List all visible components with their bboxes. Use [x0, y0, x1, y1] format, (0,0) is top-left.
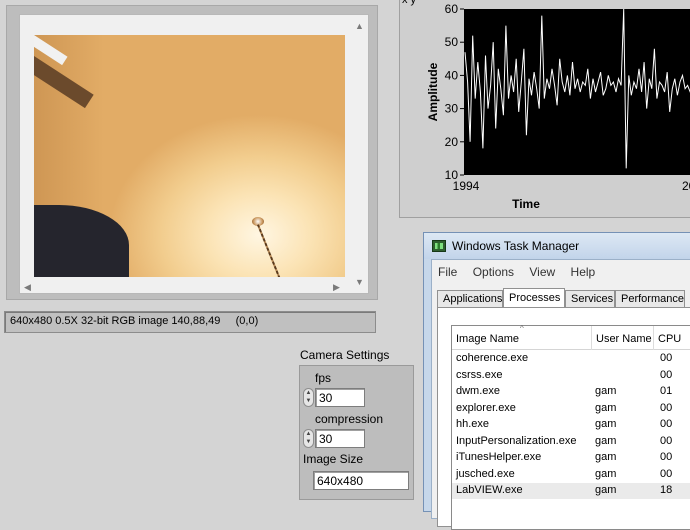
process-cpu: 00 — [660, 368, 673, 381]
process-name: coherence.exe — [456, 352, 529, 364]
scroll-right-icon[interactable]: ▶ — [333, 282, 340, 293]
process-name: jusched.exe — [456, 467, 515, 480]
process-cpu: 01 — [660, 385, 673, 397]
process-user: gam — [595, 467, 617, 480]
column-image-name[interactable]: Image Name ^ — [452, 324, 592, 350]
tab-processes[interactable]: Processes — [503, 288, 565, 308]
process-cpu: 00 — [660, 467, 673, 480]
y-tick-label: 20 — [445, 135, 459, 149]
process-name: InputPersonalization.exe — [456, 434, 577, 447]
chart-corner-label: x y — [402, 0, 417, 6]
tab-services[interactable]: Services — [565, 290, 615, 308]
sort-ascending-icon: ^ — [520, 324, 524, 333]
image-display-frame: ▲ ▼ ◀ ▶ — [6, 5, 378, 300]
scroll-left-icon[interactable]: ◀ — [24, 282, 31, 293]
column-user-name[interactable]: User Name — [592, 326, 654, 350]
process-name: LabVIEW.exe — [456, 484, 523, 496]
x-tick-label: 20 — [682, 179, 690, 193]
image-chain — [257, 224, 283, 277]
fps-input[interactable]: 30 — [315, 388, 365, 407]
process-name: hh.exe — [456, 418, 490, 430]
process-row[interactable]: explorer.exe gam 00 — [452, 401, 690, 417]
camera-settings-box: fps ▲ ▼ 30 compression ▲ ▼ 30 Image Size 6… — [299, 365, 414, 500]
process-user: gam — [595, 484, 617, 496]
process-user: gam — [595, 451, 617, 463]
menu-file[interactable]: File — [438, 265, 457, 279]
waveform-chart: 102030405060199420AmplitudeTimex y — [402, 0, 690, 211]
x-axis-label: Time — [512, 197, 540, 211]
process-row[interactable]: InputPersonalization.exe gam 00 — [452, 434, 690, 450]
camera-image — [34, 35, 345, 277]
processes-panel: Image Name ^ User Name CPU coherence.exe… — [437, 307, 690, 530]
menu-bar: File Options View Help — [438, 265, 607, 279]
y-tick-label: 60 — [445, 2, 459, 16]
menu-options[interactable]: Options — [473, 265, 514, 279]
process-name: csrss.exe — [456, 368, 503, 381]
process-cpu: 00 — [660, 451, 673, 463]
column-cpu[interactable]: CPU — [654, 326, 690, 350]
vertical-scrollbar[interactable] — [352, 33, 366, 273]
y-axis-label: Amplitude — [426, 62, 440, 121]
process-name: explorer.exe — [456, 401, 516, 414]
process-user: gam — [595, 401, 617, 414]
fps-label: fps — [315, 371, 332, 385]
process-list-header: Image Name ^ User Name CPU — [452, 324, 690, 350]
task-manager-body: File Options View Help Applications Proc… — [431, 259, 690, 530]
process-row[interactable]: iTunesHelper.exe gam 00 — [452, 450, 690, 466]
menu-view[interactable]: View — [529, 265, 555, 279]
process-cpu: 18 — [660, 484, 673, 496]
compression-input[interactable]: 30 — [315, 429, 365, 448]
y-tick-label: 30 — [445, 102, 459, 116]
tab-performance[interactable]: Performance — [615, 290, 685, 308]
image-size-input[interactable]: 640x480 — [313, 471, 409, 490]
process-cpu: 00 — [660, 401, 673, 414]
image-dark-object — [34, 205, 129, 277]
image-info-bar: 640x480 0.5X 32-bit RGB image 140,88,49 … — [4, 311, 376, 333]
x-tick-label: 1994 — [453, 179, 480, 193]
waveform-chart-panel: 102030405060199420AmplitudeTimex y — [399, 0, 690, 218]
image-size-label: Image Size — [303, 452, 364, 466]
process-row[interactable]: LabVIEW.exe gam 18 — [452, 483, 690, 499]
process-row[interactable]: hh.exe gam 00 — [452, 417, 690, 433]
fps-spinner[interactable]: ▲ ▼ — [303, 388, 314, 407]
image-display[interactable]: ▲ ▼ ◀ ▶ — [19, 14, 369, 294]
tab-applications[interactable]: Applications — [437, 290, 503, 308]
compression-label: compression — [315, 412, 384, 426]
process-cpu: 00 — [660, 352, 673, 364]
process-cpu: 00 — [660, 434, 673, 447]
scroll-down-icon[interactable]: ▼ — [355, 277, 364, 287]
scroll-up-icon[interactable]: ▲ — [355, 21, 364, 31]
process-row[interactable]: dwm.exe gam 01 — [452, 384, 690, 400]
process-row[interactable]: csrss.exe 00 — [452, 368, 690, 384]
process-user: gam — [595, 385, 617, 397]
y-tick-label: 50 — [445, 35, 459, 49]
process-cpu: 00 — [660, 418, 673, 430]
task-manager-window: Windows Task Manager File Options View H… — [423, 232, 690, 530]
process-user: gam — [595, 434, 617, 447]
menu-help[interactable]: Help — [571, 265, 596, 279]
process-list[interactable]: Image Name ^ User Name CPU coherence.exe… — [451, 324, 690, 530]
process-name: dwm.exe — [456, 385, 501, 397]
process-row[interactable]: coherence.exe 00 — [452, 351, 690, 367]
camera-settings-title: Camera Settings — [300, 348, 390, 362]
compression-spinner[interactable]: ▲ ▼ — [303, 429, 314, 448]
horizontal-scrollbar[interactable] — [32, 281, 332, 293]
task-manager-title: Windows Task Manager — [452, 239, 580, 253]
process-name: iTunesHelper.exe — [456, 451, 542, 463]
process-user: gam — [595, 418, 617, 430]
column-image-name-label: Image Name — [456, 333, 519, 345]
taskmgr-icon — [432, 240, 446, 252]
task-manager-titlebar[interactable]: Windows Task Manager — [424, 233, 690, 259]
process-row[interactable]: jusched.exe gam 00 — [452, 467, 690, 483]
y-tick-label: 40 — [445, 68, 459, 82]
